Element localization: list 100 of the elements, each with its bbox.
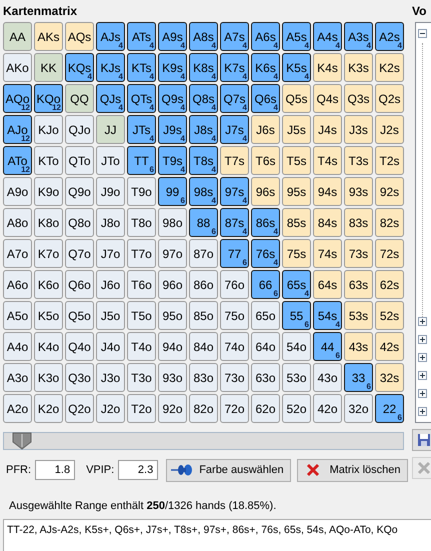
hand-cell[interactable]: T2o — [127, 394, 156, 423]
hand-cell[interactable]: 88 6 — [189, 208, 218, 237]
hand-cell[interactable]: 97s 4 — [220, 177, 249, 206]
hand-cell[interactable]: 97o — [158, 239, 187, 268]
vpip-field[interactable]: 2.3 — [118, 460, 158, 480]
hand-cell[interactable]: A4o — [3, 332, 32, 361]
clear-matrix-button[interactable]: Matrix löschen — [296, 458, 408, 482]
collapse-icon[interactable] — [418, 29, 427, 38]
hand-cell[interactable]: A7o — [3, 239, 32, 268]
hand-cell[interactable]: T4o — [127, 332, 156, 361]
hand-cell[interactable]: 65s 4 — [282, 270, 311, 299]
hand-cell[interactable]: J5s — [282, 115, 311, 144]
hand-cell[interactable]: Q7o — [65, 239, 94, 268]
hand-cell[interactable]: T9o — [127, 177, 156, 206]
hand-cell[interactable]: 53s — [344, 301, 373, 330]
hand-cell[interactable]: AQo 12 — [3, 84, 32, 113]
hand-cell[interactable]: T8s 4 — [189, 146, 218, 175]
hand-cell[interactable]: 96s — [251, 177, 280, 206]
hand-cell[interactable]: 83o — [189, 363, 218, 392]
hand-cell[interactable]: 86o — [189, 270, 218, 299]
hand-cell[interactable]: T8o — [127, 208, 156, 237]
hand-cell[interactable]: J7s 4 — [220, 115, 249, 144]
hand-cell[interactable]: K2o — [34, 394, 63, 423]
hand-cell[interactable]: 42o — [313, 394, 342, 423]
hand-cell[interactable]: Q7s 4 — [220, 84, 249, 113]
hand-cell[interactable]: QJs 4 — [96, 84, 125, 113]
hand-cell[interactable]: 72o — [220, 394, 249, 423]
choose-color-button[interactable]: Farbe auswählen — [166, 458, 291, 482]
hand-cell[interactable]: 98o — [158, 208, 187, 237]
hand-cell[interactable]: 85s — [282, 208, 311, 237]
hand-cell[interactable]: Q5s — [282, 84, 311, 113]
hand-cell[interactable]: 94s — [313, 177, 342, 206]
pfr-field[interactable]: 1.8 — [35, 460, 76, 480]
hand-cell[interactable]: AQs — [65, 22, 94, 51]
hand-cell[interactable]: T6s — [251, 146, 280, 175]
hand-cell[interactable]: 92o — [158, 394, 187, 423]
hand-cell[interactable]: A8s 4 — [189, 22, 218, 51]
hand-cell[interactable]: A9o — [3, 177, 32, 206]
hand-cell[interactable]: 73s — [344, 239, 373, 268]
hand-cell[interactable]: JTs 4 — [127, 115, 156, 144]
hand-cell[interactable]: 33 6 — [344, 363, 373, 392]
hand-cell[interactable]: KJs 4 — [96, 53, 125, 82]
hand-cell[interactable]: 85o — [189, 301, 218, 330]
hand-cell[interactable]: 84s — [313, 208, 342, 237]
hand-cell[interactable]: 98s 4 — [189, 177, 218, 206]
hand-cell[interactable]: J4o — [96, 332, 125, 361]
hand-cell[interactable]: 63o — [251, 363, 280, 392]
range-text-field[interactable]: TT-22, AJs-A2s, K5s+, Q6s+, J7s+, T8s+, 97s+, 86s+, 76s, 65s, 54s, AQo-ATo, KQo — [3, 519, 431, 551]
hand-cell[interactable]: JTo — [96, 146, 125, 175]
hand-cell[interactable]: A3o — [3, 363, 32, 392]
hand-cell[interactable]: 64s — [313, 270, 342, 299]
hand-cell[interactable]: 82s — [375, 208, 404, 237]
hand-cell[interactable]: ATs 4 — [127, 22, 156, 51]
expand-icon[interactable] — [418, 353, 427, 362]
hand-cell[interactable]: Q4o — [65, 332, 94, 361]
hand-cell[interactable]: 75s — [282, 239, 311, 268]
hand-cell[interactable]: T6o — [127, 270, 156, 299]
hand-cell[interactable]: 63s — [344, 270, 373, 299]
hand-cell[interactable]: K4s — [313, 53, 342, 82]
hand-cell[interactable]: 73o — [220, 363, 249, 392]
hand-cell[interactable]: 22 6 — [375, 394, 404, 423]
hand-cell[interactable]: KTo — [34, 146, 63, 175]
hand-cell[interactable]: A6o — [3, 270, 32, 299]
hand-cell[interactable]: T7o — [127, 239, 156, 268]
hand-cell[interactable]: 87o — [189, 239, 218, 268]
hand-cell[interactable]: AJo 12 — [3, 115, 32, 144]
hand-cell[interactable]: K6o — [34, 270, 63, 299]
hand-cell[interactable]: TT 6 — [127, 146, 156, 175]
hand-cell[interactable]: 96o — [158, 270, 187, 299]
expand-icon[interactable] — [418, 335, 427, 344]
hand-cell[interactable]: AA — [3, 22, 32, 51]
hand-cell[interactable]: K3s — [344, 53, 373, 82]
hand-cell[interactable]: A5s 4 — [282, 22, 311, 51]
hand-cell[interactable]: Q9s 4 — [158, 84, 187, 113]
hand-cell[interactable]: QQ — [65, 84, 94, 113]
save-button[interactable] — [412, 429, 431, 451]
hand-cell[interactable]: K5o — [34, 301, 63, 330]
hand-cell[interactable]: 74s — [313, 239, 342, 268]
hand-cell[interactable]: K6s 4 — [251, 53, 280, 82]
hand-cell[interactable]: 84o — [189, 332, 218, 361]
hand-cell[interactable]: J6o — [96, 270, 125, 299]
expand-icon[interactable] — [418, 371, 427, 380]
hand-cell[interactable]: K8s 4 — [189, 53, 218, 82]
expand-icon[interactable] — [418, 317, 427, 326]
hand-cell[interactable]: 62o — [251, 394, 280, 423]
hand-cell[interactable]: J3s — [344, 115, 373, 144]
hand-cell[interactable]: Q5o — [65, 301, 94, 330]
hand-cell[interactable]: 43s — [344, 332, 373, 361]
hand-cell[interactable]: J8s 4 — [189, 115, 218, 144]
hand-cell[interactable]: J2s — [375, 115, 404, 144]
hand-cell[interactable]: A6s 4 — [251, 22, 280, 51]
hand-cell[interactable]: A2s 4 — [375, 22, 404, 51]
hand-cell[interactable]: A2o — [3, 394, 32, 423]
slider-thumb[interactable] — [12, 432, 32, 450]
hand-cell[interactable]: 74o — [220, 332, 249, 361]
hand-cell[interactable]: 43o — [313, 363, 342, 392]
hand-cell[interactable]: Q8o — [65, 208, 94, 237]
hand-cell[interactable]: K2s — [375, 53, 404, 82]
hand-cell[interactable]: T9s 4 — [158, 146, 187, 175]
hand-cell[interactable]: J6s — [251, 115, 280, 144]
